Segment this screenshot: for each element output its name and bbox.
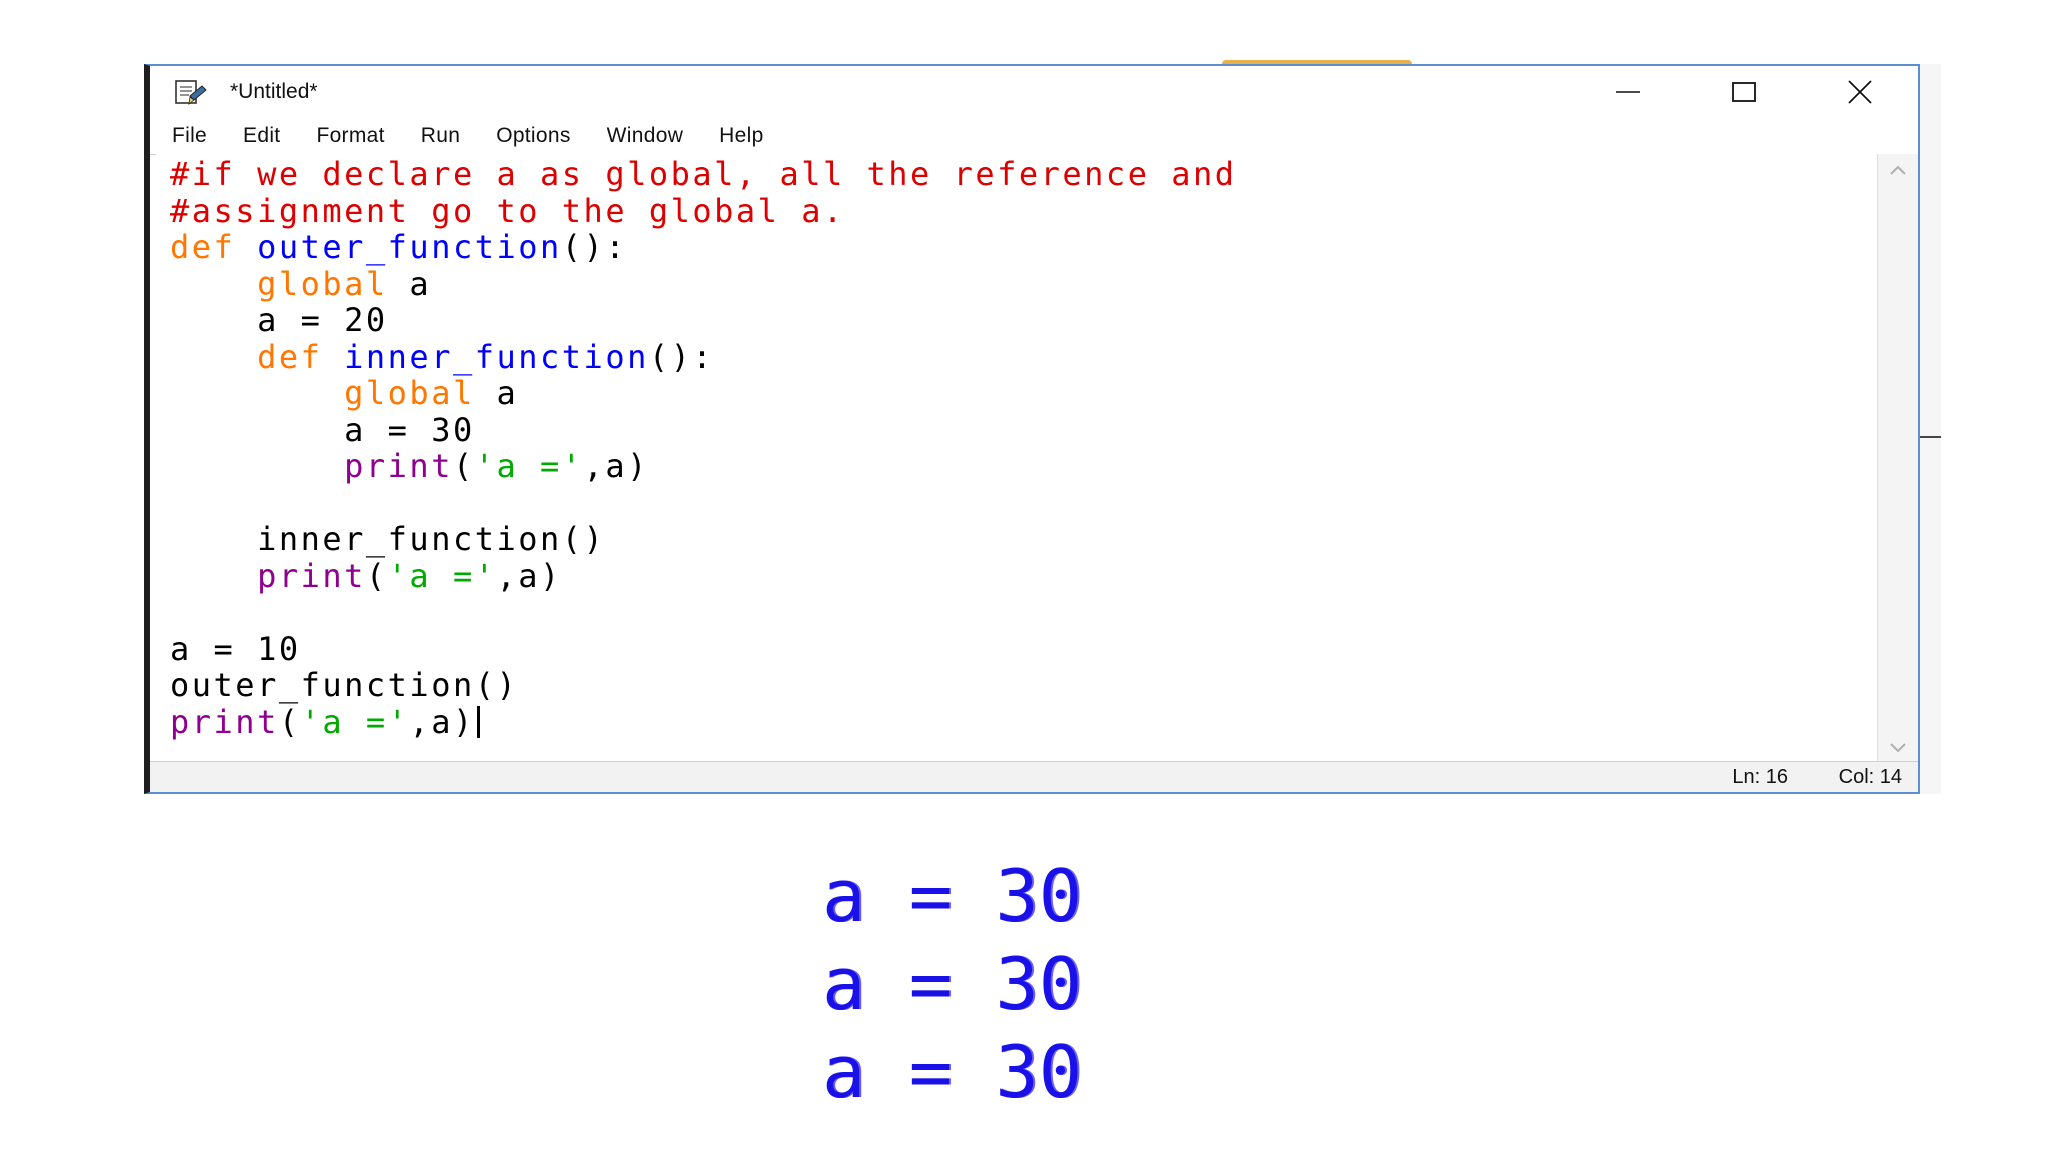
status-column-number: Col: 14	[1838, 766, 1902, 788]
code-line: #assignment go to the global a.	[170, 191, 1237, 230]
maximize-button[interactable]	[1686, 66, 1802, 118]
menu-edit[interactable]: Edit	[243, 124, 280, 148]
code-token-builtin: print	[257, 556, 366, 595]
background-edge-mark	[1919, 436, 1941, 438]
code-token-plain: ,a)	[583, 447, 649, 485]
code-line: def outer_function():	[170, 229, 1237, 266]
code-token-keyword: def	[170, 228, 236, 266]
code-token-plain: (	[365, 556, 388, 595]
menu-options[interactable]: Options	[496, 124, 570, 148]
code-token-defname: inner_function	[344, 337, 649, 376]
code-editor[interactable]: #if we declare a as global, all the refe…	[156, 154, 1880, 764]
idle-app-icon	[175, 80, 207, 105]
menu-help[interactable]: Help	[719, 124, 763, 148]
status-bar: Ln: 16 Col: 14	[150, 761, 1918, 792]
menu-window[interactable]: Window	[607, 124, 684, 148]
code-text[interactable]: #if we declare a as global, all the refe…	[170, 156, 1237, 740]
code-token-builtin: print	[170, 702, 279, 741]
scroll-down-button[interactable]	[1878, 736, 1918, 760]
code-line: a = 10	[170, 629, 1237, 668]
code-token-builtin: print	[344, 447, 453, 485]
code-token-keyword: global	[344, 374, 475, 412]
code-line: #if we declare a as global, all the refe…	[170, 156, 1237, 193]
scrollbar-thumb[interactable]	[1886, 186, 1910, 666]
output-line: a = 30	[822, 854, 1083, 938]
code-token-comment: #assignment go to the global a.	[170, 191, 845, 230]
menu-format[interactable]: Format	[316, 124, 384, 148]
output-line: a = 30	[822, 1030, 1083, 1114]
code-line: def inner_function():	[170, 337, 1237, 376]
code-token-string: 'a ='	[387, 556, 497, 595]
menu-bar: File Edit Format Run Options Window Help	[150, 118, 1918, 155]
menu-file[interactable]: File	[172, 124, 207, 148]
code-token-plain: a = 10	[170, 629, 301, 668]
code-token-plain: (	[452, 447, 475, 485]
text-caret	[476, 705, 480, 738]
code-line: global a	[170, 375, 1237, 412]
vertical-scrollbar[interactable]	[1877, 154, 1918, 764]
code-line: print('a =',a)	[170, 556, 1237, 595]
code-token-keyword: global	[257, 264, 388, 303]
minimize-icon	[1616, 91, 1640, 93]
code-line: a = 30	[170, 410, 1237, 449]
title-bar[interactable]: *Untitled*	[150, 66, 1918, 118]
code-token-plain: a	[387, 264, 432, 303]
maximize-icon	[1732, 82, 1756, 102]
code-token-plain: ():	[561, 228, 628, 266]
code-token-string: 'a ='	[474, 447, 584, 485]
close-icon	[1848, 80, 1872, 104]
status-line-number: Ln: 16	[1732, 766, 1788, 788]
code-token-plain: a = 20	[170, 301, 388, 339]
chevron-down-icon	[1890, 743, 1906, 753]
close-button[interactable]	[1802, 66, 1918, 118]
code-line: inner_function()	[170, 521, 1237, 558]
code-token-comment: #if we declare a as global, all the refe…	[170, 155, 1237, 193]
code-token-plain: a = 30	[170, 410, 475, 449]
code-token-plain: ,a)	[496, 556, 562, 595]
code-token-plain: ,a)	[409, 702, 475, 741]
background-window-edge	[1918, 64, 1941, 794]
idle-editor-window: *Untitled* File Edit Format Run Options …	[144, 64, 1920, 794]
code-token-plain: inner_function()	[170, 520, 606, 558]
menu-run[interactable]: Run	[421, 124, 460, 148]
code-token-keyword: def	[257, 337, 323, 376]
window-title: *Untitled*	[230, 80, 318, 103]
code-line: global a	[170, 264, 1237, 303]
code-line: print('a =',a)	[170, 702, 1237, 741]
chevron-up-icon	[1890, 165, 1906, 175]
scroll-up-button[interactable]	[1878, 158, 1918, 182]
code-token-plain: ():	[648, 337, 715, 376]
program-output: a = 30 a = 30 a = 30	[822, 852, 1342, 1116]
minimize-button[interactable]	[1570, 66, 1686, 118]
code-token-defname: outer_function	[257, 228, 562, 266]
code-token-plain: (	[278, 702, 301, 741]
code-token-plain: outer_function()	[170, 666, 519, 704]
output-line: a = 30	[822, 942, 1083, 1026]
code-line: print('a =',a)	[170, 448, 1237, 485]
code-line: outer_function()	[170, 667, 1237, 704]
code-line: a = 20	[170, 302, 1237, 339]
code-token-string: 'a ='	[300, 702, 410, 741]
code-token-plain: a	[474, 374, 519, 412]
